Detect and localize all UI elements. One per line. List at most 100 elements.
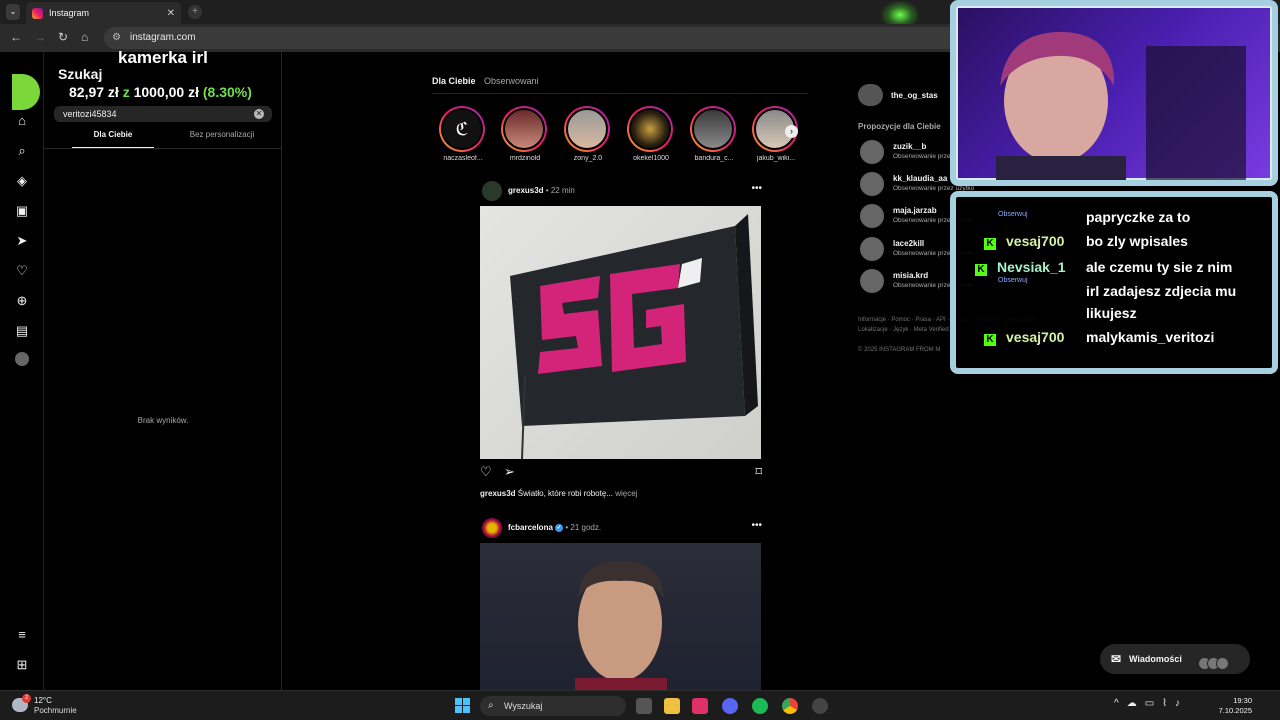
story-name: mrdzinold	[509, 155, 541, 162]
no-results-text: Brak wyników.	[137, 416, 189, 425]
clock-time: 19:30	[1233, 696, 1252, 705]
suggestion-name[interactable]: zuzik__b	[893, 142, 926, 151]
more-options-icon[interactable]: •••	[751, 183, 762, 194]
post-caption: grexus3d Światło, które robi robotę... w…	[480, 489, 637, 498]
more-options-icon[interactable]: •••	[751, 520, 762, 531]
webcam-overlay	[950, 0, 1278, 186]
profile-avatar[interactable]	[15, 352, 29, 366]
story-item[interactable]: okekel1000	[627, 106, 675, 162]
feed-tab-for-you[interactable]: Dla Ciebie	[432, 76, 476, 86]
post-actions: ♡ ➢ ⌑	[480, 464, 762, 480]
suggestion-avatar[interactable]	[860, 269, 884, 293]
new-tab-button[interactable]: +	[188, 5, 202, 19]
kick-badge-icon: K	[975, 264, 987, 276]
search-tab-no-personalization[interactable]: Bez personalizacji	[174, 130, 270, 139]
current-user-avatar[interactable]	[858, 84, 883, 106]
tiktok-icon[interactable]	[692, 698, 708, 714]
suggestion-avatar[interactable]	[860, 172, 884, 196]
home-nav-icon[interactable]: ⌂	[13, 112, 31, 130]
suggestion-avatar[interactable]	[860, 204, 884, 228]
post-header: fcbarcelona ✓ • 21 godz. •••	[480, 518, 762, 538]
caption-more-link[interactable]: więcej	[613, 489, 637, 498]
explore-nav-icon[interactable]: ◈	[13, 172, 31, 190]
search-icon: ⌕	[488, 700, 494, 711]
discord-icon[interactable]	[722, 698, 738, 714]
weather-widget[interactable]: 2 12°C Pochmurnie	[12, 694, 92, 718]
chat-username: Nevsiak_1	[997, 259, 1066, 275]
verified-badge-icon: ✓	[555, 523, 564, 532]
suggestion-name[interactable]: lace2kill	[893, 239, 924, 248]
suggestion-subtitle: Obserwowanie przez	[893, 153, 954, 160]
feed-tab-following[interactable]: Obserwowani	[484, 76, 539, 86]
story-avatar	[692, 108, 734, 150]
story-name: bandura_c...	[694, 155, 734, 162]
close-tab-icon[interactable]: ✕	[167, 8, 175, 19]
chrome-icon[interactable]	[782, 698, 798, 714]
reload-icon[interactable]: ↻	[58, 30, 68, 44]
search-panel: Szukaj veritozi45834 ✕ Dla Ciebie Bez pe…	[44, 52, 282, 690]
system-tray-icons[interactable]: ^☁▭⌇♪	[1114, 698, 1188, 709]
messages-label: Wiadomości	[1129, 654, 1182, 664]
chat-follow-label: Obserwuj	[998, 211, 1028, 218]
taskbar-search[interactable]: ⌕ Wyszukaj	[480, 696, 626, 716]
menu-icon[interactable]: ≡	[13, 626, 31, 644]
post-author[interactable]: fcbarcelona ✓ • 21 godz.	[508, 523, 601, 532]
messages-nav-icon[interactable]: ➤	[13, 232, 31, 250]
taskbar-clock[interactable]: 19:30 7.10.2025	[1212, 696, 1252, 716]
overlay-goal-title: kamerka irl	[118, 48, 208, 67]
save-icon[interactable]: ⌑	[755, 464, 762, 480]
story-item[interactable]: mrdzinold	[501, 106, 549, 162]
suggestion-avatar[interactable]	[860, 140, 884, 164]
share-icon[interactable]: ➢	[504, 464, 515, 480]
suggestion-avatar[interactable]	[860, 237, 884, 261]
story-item[interactable]: bandura_c...	[690, 106, 738, 162]
caption-author[interactable]: grexus3d	[480, 489, 516, 498]
search-nav-icon[interactable]: ⌕	[13, 142, 31, 160]
goal-separator: z	[122, 84, 130, 100]
message-avatars	[1198, 652, 1232, 670]
suggestion-name[interactable]: misia.krd	[893, 271, 928, 280]
home-icon[interactable]: ⌂	[81, 30, 88, 44]
create-nav-icon[interactable]: ⊕	[13, 292, 31, 310]
chat-message: Kvesaj700 bo zly wpisales	[984, 233, 1188, 250]
messages-button[interactable]: ✉ Wiadomości	[1100, 644, 1250, 674]
instagram-nav-rail: ◎ ⌂ ⌕ ◈ ▣ ➤ ♡ ⊕ ▤ ≡ ⊞	[0, 52, 44, 690]
site-settings-icon[interactable]: ⚙	[112, 27, 121, 49]
task-view-icon[interactable]	[636, 698, 652, 714]
url-field[interactable]: ⚙ instagram.com	[104, 27, 964, 49]
tab-title: Instagram	[49, 8, 90, 18]
spotify-icon[interactable]	[752, 698, 768, 714]
portrait-photo-image	[575, 561, 667, 690]
current-username[interactable]: the_og_stas	[891, 91, 938, 100]
story-item[interactable]: ℭ naczasleof...	[439, 106, 487, 162]
stories-next-icon[interactable]: ›	[785, 125, 798, 138]
obs-icon[interactable]	[812, 698, 828, 714]
file-explorer-icon[interactable]	[664, 698, 680, 714]
reels-nav-icon[interactable]: ▣	[13, 202, 31, 220]
also-from-meta-icon[interactable]: ⊞	[13, 656, 31, 674]
back-icon[interactable]: ←	[10, 30, 22, 44]
caption-text: Światło, które robi robotę...	[515, 489, 613, 498]
suggestion-name[interactable]: maja.jarzab	[893, 206, 937, 215]
suggestion-name[interactable]: kk_klaudia_aa	[893, 174, 947, 183]
windows-start-icon[interactable]	[455, 698, 471, 714]
chat-text: ale czemu ty sie z nim	[1086, 259, 1233, 275]
post-author[interactable]: grexus3d • 22 min	[508, 186, 575, 195]
dashboard-nav-icon[interactable]: ▤	[13, 322, 31, 340]
post-author-avatar[interactable]	[482, 518, 502, 538]
post-author-avatar[interactable]	[482, 181, 502, 201]
tab-search-button[interactable]: ⌄	[6, 4, 20, 20]
story-avatar: ℭ	[441, 108, 483, 150]
post-image[interactable]	[480, 206, 761, 459]
goal-percent: (8.30%)	[202, 84, 252, 100]
search-input[interactable]: veritozi45834 ✕	[54, 106, 272, 122]
chat-username: vesaj700	[1006, 329, 1065, 345]
like-icon[interactable]: ♡	[480, 464, 492, 480]
search-tab-for-you[interactable]: Dla Ciebie	[72, 130, 154, 148]
forward-icon[interactable]: →	[34, 30, 46, 44]
clear-search-icon[interactable]: ✕	[254, 109, 264, 119]
browser-tab-instagram[interactable]: Instagram ✕	[26, 2, 181, 24]
notifications-nav-icon[interactable]: ♡	[13, 262, 31, 280]
story-item[interactable]: zony_2.0	[564, 106, 612, 162]
post-image[interactable]	[480, 543, 761, 690]
